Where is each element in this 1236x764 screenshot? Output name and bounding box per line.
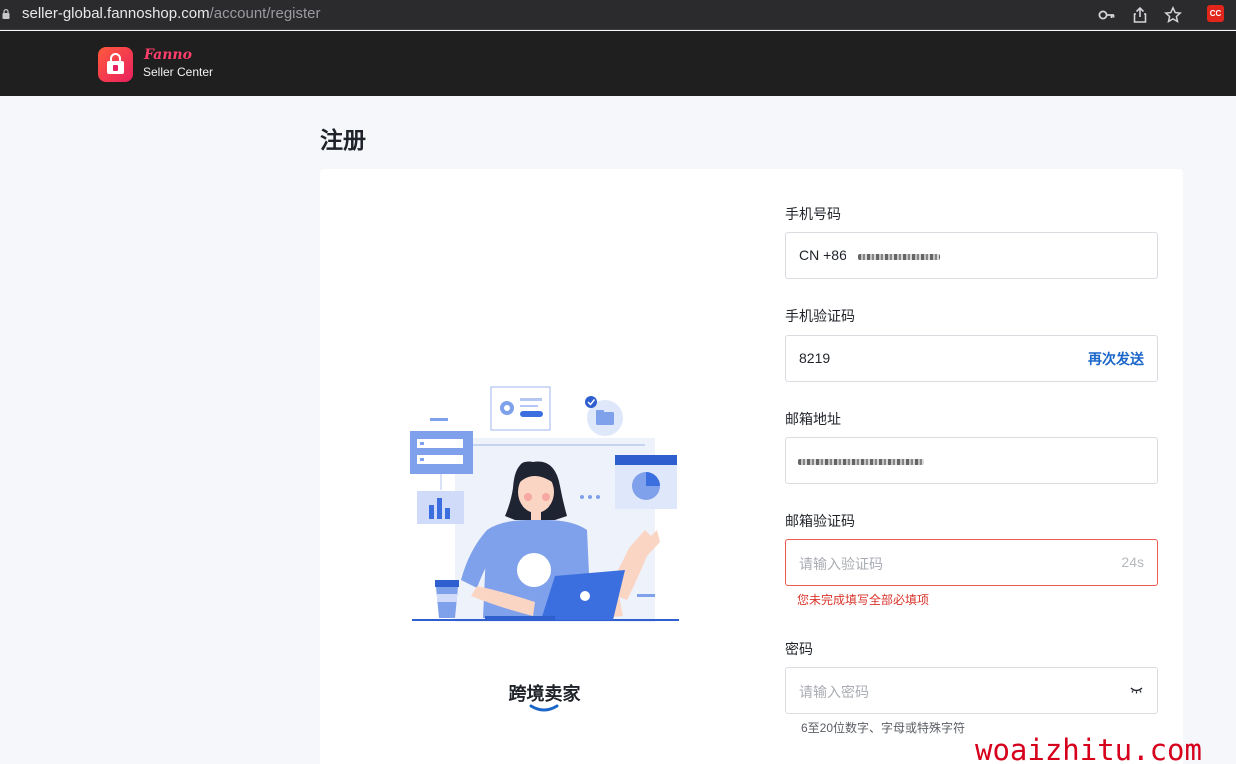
eye-closed-icon[interactable]	[1130, 685, 1143, 695]
resend-code-button[interactable]: 再次发送	[1088, 349, 1144, 369]
email-code-error: 您未完成填写全部必填项	[797, 593, 930, 607]
email-code-countdown: 24s	[1121, 554, 1144, 570]
email-field[interactable]	[785, 437, 1158, 484]
password-label: 密码	[785, 641, 813, 657]
email-code-field[interactable]: 请输入验证码 24s	[785, 539, 1158, 586]
password-hint: 6至20位数字、字母或特殊字符	[801, 721, 966, 735]
redacted-email-address	[798, 459, 924, 465]
sms-code-label: 手机验证码	[785, 308, 855, 324]
password-field[interactable]: 请输入密码	[785, 667, 1158, 714]
extension-badge-icon[interactable]: CC	[1207, 5, 1224, 22]
phone-field[interactable]: CN +86	[785, 232, 1158, 279]
watermark: woaizhitu.com	[975, 733, 1202, 764]
star-icon[interactable]	[1163, 5, 1183, 25]
brand-subtitle: Seller Center	[143, 65, 214, 79]
phone-label: 手机号码	[785, 206, 841, 222]
fanno-logo-icon[interactable]	[98, 47, 133, 82]
redacted-phone-number	[858, 254, 940, 260]
email-code-placeholder: 请输入验证码	[799, 556, 883, 572]
share-icon[interactable]	[1130, 5, 1150, 25]
brand-name: Fanno	[144, 47, 192, 63]
url-path: /account/register	[209, 5, 321, 22]
page-title: 注册	[320, 127, 366, 153]
app-header: Fanno Seller Center	[0, 31, 1236, 96]
email-label: 邮箱地址	[785, 411, 841, 427]
sms-code-field[interactable]: 8219 再次发送	[785, 335, 1158, 382]
cross-border-seller-illustration	[410, 386, 679, 622]
sms-code-value: 8219	[799, 350, 831, 366]
caption-underline-icon	[529, 704, 559, 712]
country-code[interactable]: CN +86	[799, 247, 847, 263]
browser-address-bar[interactable]: seller-global.fannoshop.com/account/regi…	[0, 0, 1236, 30]
password-placeholder: 请输入密码	[799, 684, 869, 700]
url-domain: seller-global.fannoshop.com	[22, 5, 210, 22]
email-code-label: 邮箱验证码	[785, 513, 855, 529]
lock-icon	[2, 9, 10, 19]
key-icon[interactable]	[1097, 5, 1117, 25]
url-text[interactable]: seller-global.fannoshop.com/account/regi…	[22, 5, 321, 22]
phone-redacted-mask	[846, 243, 980, 271]
